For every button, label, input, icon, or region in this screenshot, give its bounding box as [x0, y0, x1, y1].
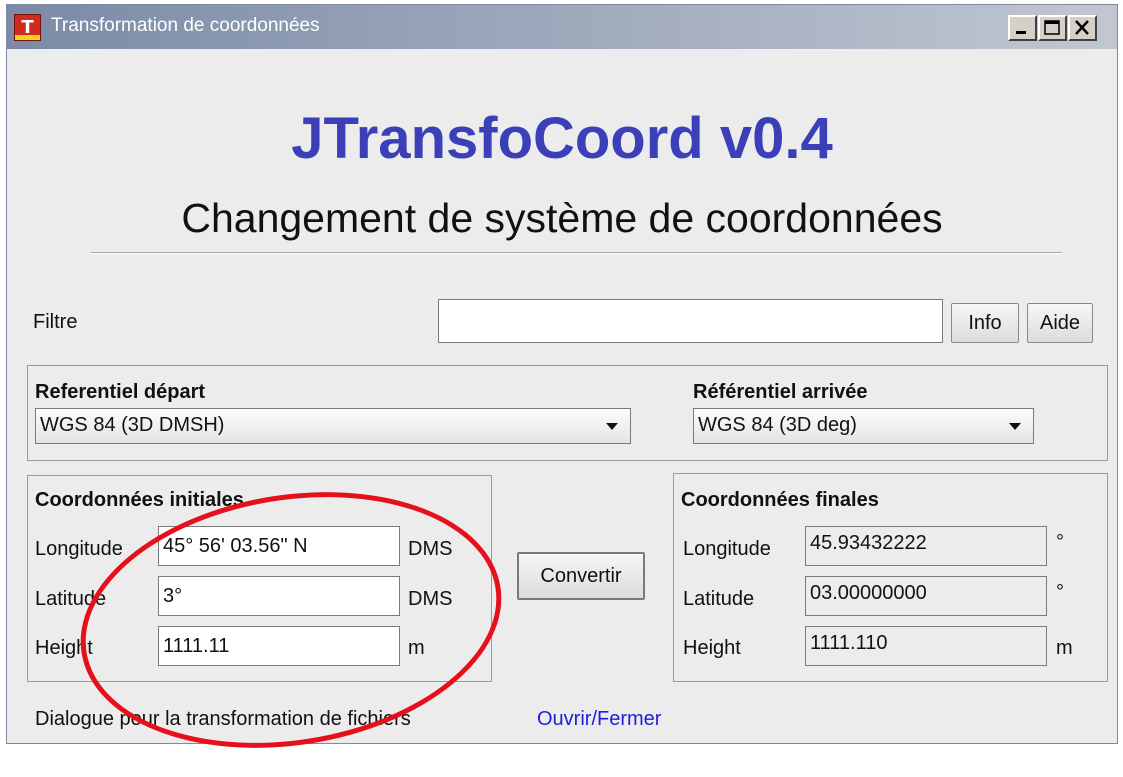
- app-window: T Transformation de coordonnées JTransfo…: [6, 4, 1118, 777]
- filter-input-field[interactable]: [443, 300, 938, 342]
- close-icon: [1075, 20, 1089, 35]
- initial-latitude-input[interactable]: [158, 576, 400, 616]
- final-title: Coordonnées finales: [681, 489, 879, 511]
- filter-label: Filtre: [33, 311, 78, 333]
- initial-longitude-field[interactable]: [163, 527, 395, 565]
- initial-title: Coordonnées initiales: [35, 489, 244, 511]
- final-latitude-label: Latitude: [683, 588, 755, 610]
- minimize-icon: [1016, 31, 1026, 34]
- initial-latitude-label: Latitude: [35, 588, 107, 610]
- initial-height-label: Height: [35, 637, 93, 659]
- header-separator: [91, 252, 1062, 254]
- convert-button[interactable]: Convertir: [517, 552, 645, 600]
- depart-combobox[interactable]: WGS 84 (3D DMSH): [35, 408, 631, 444]
- arrivee-combobox[interactable]: WGS 84 (3D deg): [693, 408, 1034, 444]
- final-latitude-unit: °: [1056, 581, 1064, 603]
- final-height-label: Height: [683, 637, 741, 659]
- app-icon: T: [14, 14, 41, 41]
- app-subtitle: Changement de système de coordonnées: [181, 195, 943, 241]
- arrivee-label: Référentiel arrivée: [693, 381, 868, 403]
- depart-label: Referentiel départ: [35, 381, 206, 403]
- final-latitude-value: 03.00000000: [805, 576, 1047, 616]
- arrivee-selected-value: WGS 84 (3D deg): [698, 414, 857, 436]
- initial-height-unit: m: [408, 637, 425, 659]
- initial-longitude-label: Longitude: [35, 538, 123, 560]
- title-bar[interactable]: T Transformation de coordonnées: [7, 5, 1117, 49]
- initial-height-field[interactable]: [163, 627, 395, 665]
- app-title: JTransfoCoord v0.4: [291, 106, 833, 171]
- minimize-button[interactable]: [1008, 15, 1037, 41]
- final-height-value: 1111.110: [805, 626, 1047, 666]
- final-longitude-unit: °: [1056, 531, 1064, 553]
- window-title: Transformation de coordonnées: [51, 15, 320, 36]
- initial-height-input[interactable]: [158, 626, 400, 666]
- aide-button[interactable]: Aide: [1027, 303, 1093, 343]
- chevron-down-icon: [606, 423, 618, 430]
- initial-latitude-field[interactable]: [163, 577, 395, 615]
- maximize-icon: [1044, 20, 1060, 35]
- initial-longitude-input[interactable]: [158, 526, 400, 566]
- final-longitude-value: 45.93432222: [805, 526, 1047, 566]
- depart-selected-value: WGS 84 (3D DMSH): [40, 414, 225, 436]
- final-longitude-label: Longitude: [683, 538, 771, 560]
- footer-text: Dialogue pour la transformation de fichi…: [35, 708, 411, 730]
- open-close-link[interactable]: Ouvrir/Fermer: [537, 708, 661, 731]
- chevron-down-icon: [1009, 423, 1021, 430]
- initial-latitude-unit: DMS: [408, 588, 453, 610]
- close-button[interactable]: [1068, 15, 1097, 41]
- filter-input[interactable]: [438, 299, 943, 343]
- initial-longitude-unit: DMS: [408, 538, 453, 560]
- info-button[interactable]: Info: [951, 303, 1019, 343]
- maximize-button[interactable]: [1038, 15, 1067, 41]
- final-height-unit: m: [1056, 637, 1073, 659]
